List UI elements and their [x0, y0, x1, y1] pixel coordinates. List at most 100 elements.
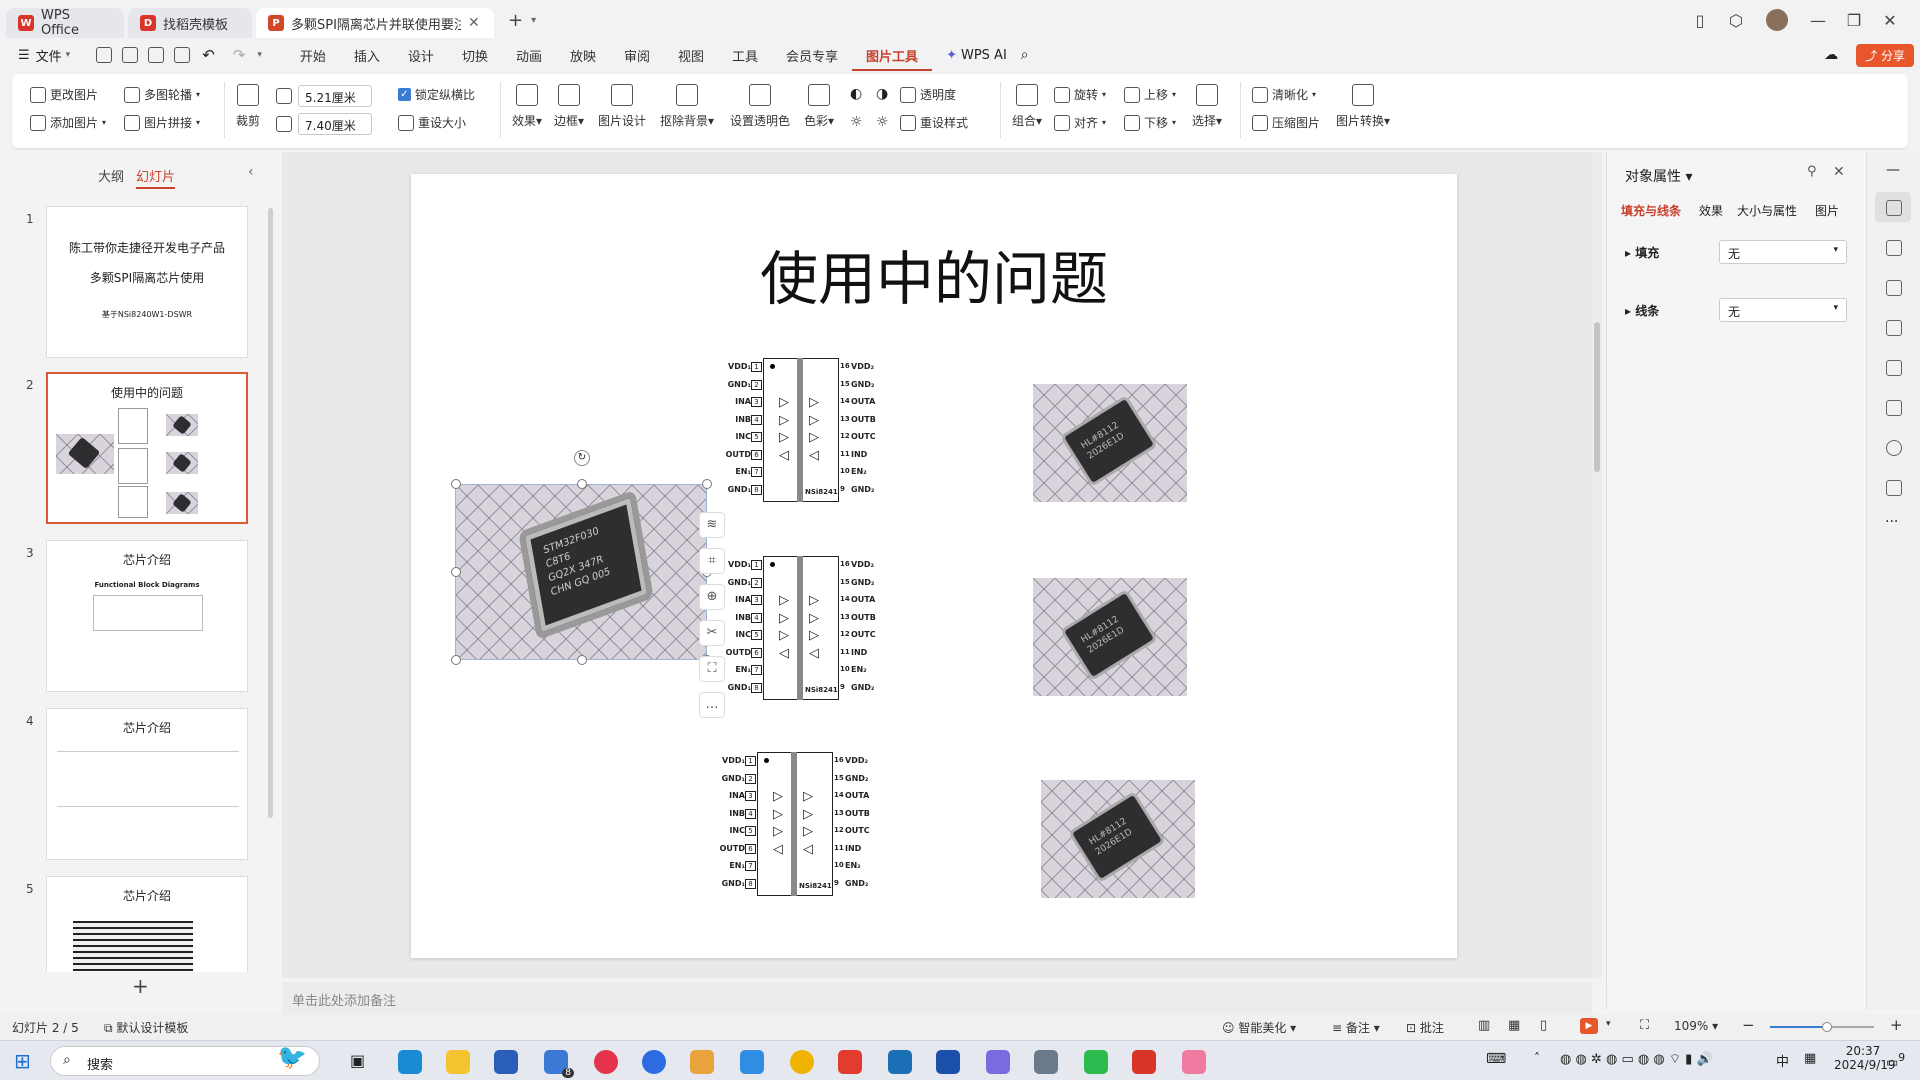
sharpen-button[interactable]: 清晰化 ▾ — [1252, 86, 1316, 103]
app-pink-icon[interactable] — [1182, 1050, 1206, 1074]
fill-dropdown[interactable]: 无 ▾ — [1719, 240, 1847, 264]
canvas-scrollbar[interactable] — [1592, 152, 1602, 978]
menu-review[interactable]: 审阅 — [610, 46, 664, 65]
slide-thumbnail-2[interactable]: 使用中的问题 — [46, 372, 248, 524]
height-input[interactable]: 7.40厘米 — [298, 113, 372, 135]
pin-icon[interactable]: ⚲ — [1807, 164, 1817, 179]
image-edit-icon[interactable] — [1886, 320, 1902, 336]
fit-icon[interactable]: ⛶ — [1640, 1018, 1649, 1033]
wechat-icon[interactable] — [1084, 1050, 1108, 1074]
notes-placeholder[interactable]: 单击此处添加备注 — [282, 982, 1592, 1014]
set-transparent-button[interactable]: 设置透明色 — [730, 84, 790, 129]
add-slide-icon[interactable]: + — [132, 974, 149, 998]
reset-style-button[interactable]: 重设样式 — [900, 114, 968, 131]
chip-photo-small[interactable]: HL#8112 2026E1D — [1033, 384, 1187, 502]
star-icon[interactable] — [1886, 240, 1902, 256]
move-up-button[interactable]: 上移 ▾ — [1124, 86, 1176, 103]
tools-icon[interactable]: ✂ — [699, 620, 725, 646]
chip-photo-small[interactable]: HL#8112 2026E1D — [1033, 578, 1187, 696]
mail-icon[interactable]: 8 — [544, 1050, 574, 1078]
brightness-icon[interactable]: ◐ — [850, 86, 862, 102]
properties-icon[interactable] — [1886, 200, 1902, 216]
clock[interactable]: 20:37 2024/9/19 — [1834, 1044, 1896, 1072]
tab-current-document[interactable]: P 多颗SPI隔离芯片并联使用要注 ✕ — [256, 8, 494, 38]
cloud-icon[interactable]: ☁ — [1824, 47, 1838, 63]
restore-icon[interactable]: ❐ — [1836, 11, 1872, 30]
image-splice-button[interactable]: 图片拼接 ▾ — [124, 114, 200, 131]
more-icon[interactable]: … — [699, 692, 725, 718]
ime-mode-icon[interactable]: ▦ — [1804, 1051, 1816, 1066]
undo-icon[interactable]: ↶ — [202, 46, 215, 64]
chip-photo-stm32[interactable]: STM32F030 C8T6 GQ2X 347R CHN GQ 005 — [455, 484, 707, 660]
menu-member[interactable]: 会员专享 — [772, 46, 852, 65]
template-button[interactable]: ⧉ 默认设计模板 — [104, 1019, 188, 1036]
compress-button[interactable]: 压缩图片 — [1252, 114, 1320, 131]
menu-file[interactable]: 文件 — [36, 46, 62, 65]
tab-slides[interactable]: 幻灯片 — [136, 166, 176, 189]
crop-icon[interactable]: ⌗ — [699, 548, 725, 574]
calculator-icon[interactable] — [1034, 1050, 1058, 1074]
comments-button[interactable]: ⊡ 批注 — [1406, 1019, 1444, 1036]
schematic-nsi8241[interactable]: VDD₁ 1 16 VDD₂ GND₁ 2 15 GND₂ INA 3 14 OUTA ▷ ▷ INB 4 13… — [726, 356, 879, 502]
ime-indicator[interactable]: 中 — [1776, 1051, 1789, 1070]
slide-canvas[interactable]: 使用中的问题 STM32F030 C8T6 GQ2X 347R CHN GQ 0… — [411, 174, 1457, 958]
share-button[interactable]: ⤴ 分享 — [1856, 43, 1914, 67]
menu-start[interactable]: 开始 — [286, 46, 340, 65]
panel-scrollbar[interactable] — [268, 208, 273, 818]
edge-icon[interactable] — [398, 1050, 422, 1074]
image-convert-button[interactable]: 图片转换▾ — [1336, 84, 1390, 129]
tab-fill-line[interactable]: 填充与线条 — [1621, 202, 1681, 219]
help-icon[interactable] — [1886, 440, 1902, 456]
menu-insert[interactable]: 插入 — [340, 46, 394, 65]
contrast-icon[interactable]: ◑ — [876, 86, 888, 102]
tab-wps-office[interactable]: W WPS Office — [6, 8, 124, 38]
layers-icon[interactable]: ≋ — [699, 512, 725, 538]
resize-handle[interactable] — [451, 479, 461, 489]
menu-slideshow[interactable]: 放映 — [556, 46, 610, 65]
move-down-button[interactable]: 下移 ▾ — [1124, 114, 1176, 131]
resize-handle[interactable] — [451, 567, 461, 577]
line-section[interactable]: ▸ 线条 — [1625, 302, 1659, 319]
border-button[interactable]: 边框▾ — [554, 84, 584, 129]
wps-taskbar-icon[interactable] — [1132, 1050, 1156, 1074]
copy-icon[interactable] — [1886, 280, 1902, 296]
netease-music-icon[interactable] — [594, 1050, 618, 1074]
resize-handle[interactable] — [702, 479, 712, 489]
app-icon[interactable] — [740, 1050, 764, 1074]
menu-picture-tools[interactable]: 图片工具 — [852, 40, 933, 71]
change-image-button[interactable]: 更改图片 — [30, 86, 98, 103]
tab-size-properties[interactable]: 大小与属性 — [1737, 202, 1797, 219]
grid-view-icon[interactable]: ▦ — [1508, 1018, 1520, 1033]
hamburger-icon[interactable]: ☰ — [18, 48, 30, 63]
cube-icon[interactable]: ⬡ — [1718, 11, 1754, 30]
export-icon[interactable] — [122, 47, 139, 63]
more-icon[interactable]: ··· — [1885, 514, 1898, 530]
sun-up-icon[interactable]: ☼ — [850, 114, 863, 130]
store-icon[interactable] — [494, 1050, 518, 1074]
preview-icon[interactable] — [174, 47, 191, 63]
chevron-down-icon[interactable]: ▾ — [1606, 1019, 1611, 1029]
close-icon[interactable]: ✕ — [1833, 164, 1845, 180]
app-chart-icon[interactable] — [986, 1050, 1010, 1074]
close-window-icon[interactable]: ✕ — [1872, 11, 1908, 30]
fill-section[interactable]: ▸ 填充 — [1625, 244, 1659, 261]
keyboard-icon[interactable]: ⌨ — [1486, 1051, 1506, 1067]
schematic-nsi8241[interactable]: VDD₁ 1 16 VDD₂ GND₁ 2 15 GND₂ INA 3 14 OUTA ▷ ▷ INB 4 13… — [726, 554, 879, 700]
chip-photo-small[interactable]: HL#8112 2026E1D — [1041, 780, 1195, 898]
notification-icon[interactable]: ▭9 — [1886, 1051, 1905, 1070]
width-input[interactable]: 5.21厘米 — [298, 85, 372, 107]
color-button[interactable]: 色彩▾ — [804, 84, 834, 129]
lock-ratio-checkbox[interactable]: ✓ 锁定纵横比 — [398, 86, 475, 103]
app-l-icon[interactable] — [888, 1050, 912, 1074]
minimize-icon[interactable]: — — [1800, 11, 1836, 30]
transparency-button[interactable]: 透明度 — [900, 86, 956, 103]
resize-handle[interactable] — [577, 479, 587, 489]
tools-icon[interactable] — [1886, 360, 1902, 376]
search-icon[interactable]: ⌕ — [1021, 47, 1029, 63]
save-icon[interactable] — [96, 47, 113, 63]
scroll-thumb[interactable] — [1594, 322, 1600, 472]
app-red-icon[interactable] — [838, 1050, 862, 1074]
share-icon[interactable] — [1886, 480, 1902, 496]
zoom-in-icon[interactable]: + — [1890, 1016, 1903, 1034]
chrome-icon[interactable] — [790, 1050, 814, 1074]
